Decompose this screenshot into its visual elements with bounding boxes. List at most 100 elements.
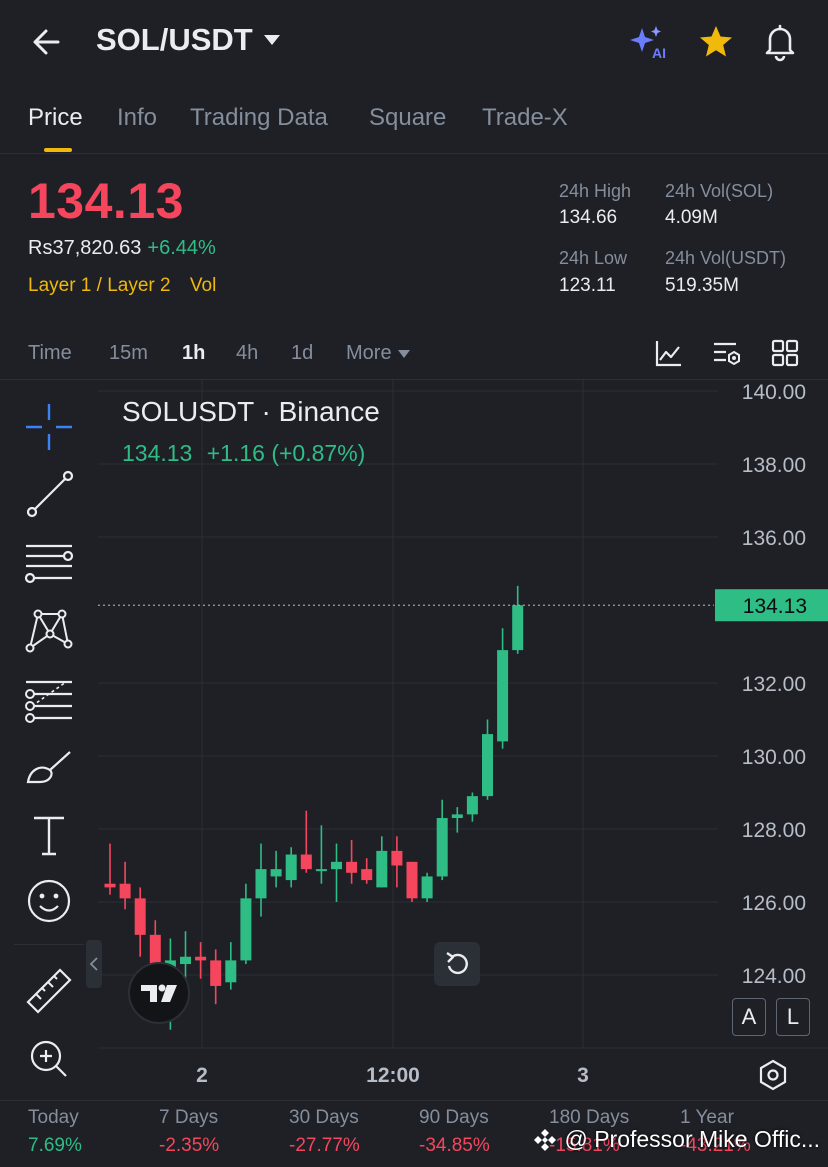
brush-tool[interactable] xyxy=(22,740,76,794)
vol-usdt-label: 24h Vol(USDT) xyxy=(665,248,787,268)
candle-body xyxy=(406,861,418,899)
timeframe-bar: Time 15m 1h 4h 1d More xyxy=(0,328,828,380)
pattern-tool[interactable] xyxy=(22,604,76,658)
sliders-icon xyxy=(714,342,740,366)
candles xyxy=(98,585,714,1030)
tf-1d[interactable]: 1d xyxy=(291,342,313,365)
price-tick-label: 132.00 xyxy=(742,673,806,696)
tab-square[interactable]: Square xyxy=(369,104,446,132)
candle-body xyxy=(300,854,312,870)
price-tick-label: 136.00 xyxy=(742,527,806,550)
crosshair-tool[interactable] xyxy=(22,400,76,454)
ai-sparkle-icon: AI xyxy=(630,26,666,61)
tf-time[interactable]: Time xyxy=(28,342,72,365)
price-tick-label: 140.00 xyxy=(742,381,806,404)
candle-body xyxy=(512,605,524,651)
horizontal-lines-tool[interactable] xyxy=(22,536,76,590)
low-value: 123.11 xyxy=(559,275,616,296)
time-axis: 2 12:00 3 xyxy=(196,1064,589,1087)
alert-button[interactable] xyxy=(760,22,800,62)
tf-1h[interactable]: 1h xyxy=(182,342,205,365)
perf-value: -2.35% xyxy=(159,1135,220,1156)
candle-body xyxy=(104,883,116,888)
smiley-icon xyxy=(27,879,71,923)
candlestick-chart[interactable]: 140.00 138.00 136.00 132.00 130.00 128.00 126.… xyxy=(98,380,828,1100)
pair-selector[interactable]: SOL/USDT xyxy=(96,22,281,58)
text-tool[interactable] xyxy=(22,808,76,862)
watermark: @ Professor Mike Offic... xyxy=(532,1126,820,1153)
fiat-price-line: Rs37,820.63 +6.44% xyxy=(28,237,216,260)
candle-body xyxy=(270,869,282,877)
vol-tag[interactable]: Vol xyxy=(190,275,216,296)
reset-chart-button[interactable] xyxy=(434,942,480,986)
last-price-tag-label: 134.13 xyxy=(743,595,807,618)
trend-line-icon xyxy=(26,470,74,518)
ruler-icon xyxy=(26,968,72,1014)
price-tick-label: 126.00 xyxy=(742,892,806,915)
layout-button[interactable] xyxy=(770,338,800,368)
price-tick-label: 124.00 xyxy=(742,965,806,988)
favorite-button[interactable] xyxy=(696,22,736,62)
grid-icon xyxy=(771,339,799,367)
vol-sol-label: 24h Vol(SOL) xyxy=(665,181,774,201)
ai-label: AI xyxy=(652,45,666,60)
price-tick-label: 138.00 xyxy=(742,454,806,477)
ai-button[interactable]: AI xyxy=(630,24,670,61)
vol-sol-value: 4.09M xyxy=(665,207,718,228)
price-axis: 140.00 138.00 136.00 132.00 130.00 128.00 126.… xyxy=(715,381,828,988)
tf-more-label: More xyxy=(346,342,392,364)
tf-15m[interactable]: 15m xyxy=(109,342,148,365)
perf-90d: 90 Days -34.85% xyxy=(419,1107,543,1157)
perf-value: -34.85% xyxy=(419,1135,490,1156)
candle-body xyxy=(210,960,222,986)
tf-more[interactable]: More xyxy=(346,342,410,365)
fibonacci-icon xyxy=(25,680,72,723)
high-label: 24h High xyxy=(559,181,632,201)
candle-body xyxy=(119,883,131,899)
high-value: 134.66 xyxy=(559,207,618,228)
text-icon xyxy=(34,816,64,856)
candle-body xyxy=(466,796,478,815)
time-tick-label: 3 xyxy=(577,1064,589,1087)
tf-4h[interactable]: 4h xyxy=(236,342,258,365)
candle-body xyxy=(391,850,403,866)
last-price: 134.13 xyxy=(28,173,184,229)
chart-settings-button[interactable] xyxy=(712,338,742,368)
vol-usdt-value: 519.35M xyxy=(665,275,739,296)
candle-body xyxy=(436,818,448,877)
trend-line-tool[interactable] xyxy=(22,468,76,522)
fib-tool[interactable] xyxy=(22,672,76,726)
fiat-price: Rs37,820.63 xyxy=(28,237,142,259)
tab-trade-x[interactable]: Trade-X xyxy=(482,104,568,132)
candle-body xyxy=(421,876,433,899)
log-scale-button[interactable]: L xyxy=(776,998,810,1036)
candle-body xyxy=(285,854,297,881)
perf-value: 7.69% xyxy=(28,1135,82,1156)
zoom-in-tool[interactable] xyxy=(22,1032,76,1086)
tab-price[interactable]: Price xyxy=(28,104,83,132)
candle-body xyxy=(482,734,493,797)
auto-scale-button[interactable]: A xyxy=(732,998,766,1036)
time-tick-label: 2 xyxy=(196,1064,208,1087)
tab-trading-data[interactable]: Trading Data xyxy=(190,104,328,132)
emoji-tool[interactable] xyxy=(22,874,76,928)
candle-body xyxy=(451,814,463,819)
caret-down-icon xyxy=(397,349,410,358)
candle-body xyxy=(497,650,509,742)
tradingview-logo xyxy=(128,962,190,1024)
category-tag[interactable]: Layer 1 / Layer 2 xyxy=(28,275,171,296)
perf-30d: 30 Days -27.77% xyxy=(289,1107,413,1157)
tab-info[interactable]: Info xyxy=(117,104,157,132)
chart-config-button[interactable] xyxy=(756,1058,790,1092)
chart-price-change: 134.13 +1.16 (+0.87%) xyxy=(122,440,365,467)
candle-body xyxy=(255,869,267,899)
tradingview-icon xyxy=(141,984,177,1002)
time-tick-label: 12:00 xyxy=(366,1064,420,1087)
indicator-button[interactable] xyxy=(654,338,684,368)
star-icon xyxy=(700,26,732,57)
measure-tool[interactable] xyxy=(22,964,76,1018)
back-button[interactable] xyxy=(28,24,68,60)
chart-last-price: 134.13 xyxy=(122,440,193,466)
drawing-toolbar xyxy=(0,380,98,1100)
tab-bar: Price Info Trading Data Square Trade-X xyxy=(0,96,828,154)
